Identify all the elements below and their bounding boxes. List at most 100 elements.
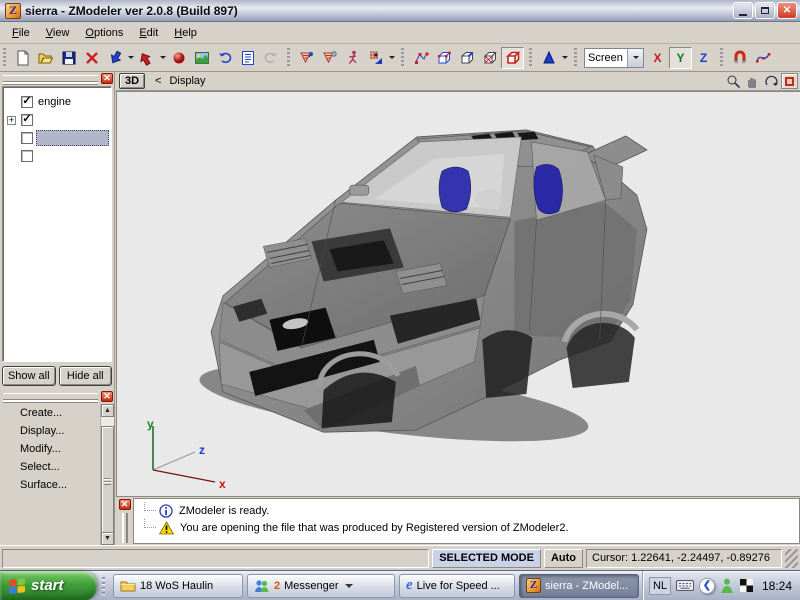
- show-all-button[interactable]: Show all: [2, 366, 56, 386]
- messenger-status-icon[interactable]: [720, 578, 734, 593]
- tree-row[interactable]: + ✓: [3, 111, 111, 129]
- cone-tool-button[interactable]: [537, 47, 560, 69]
- task-wos-haulin[interactable]: 18 WoS Haulin: [113, 573, 243, 598]
- plane-select[interactable]: Screen: [584, 47, 644, 68]
- panel-drag-handle[interactable]: [3, 393, 98, 400]
- vertices-mode-button[interactable]: [409, 47, 432, 69]
- material-editor-button[interactable]: [167, 47, 190, 69]
- pan-tool-button[interactable]: [743, 73, 762, 90]
- hide-tray-icons-button[interactable]: ❮: [698, 577, 715, 594]
- scroll-up-button[interactable]: ▲: [101, 404, 114, 417]
- cube-edges-mode-button[interactable]: [455, 47, 478, 69]
- cube-vertices-mode-button[interactable]: [432, 47, 455, 69]
- task-live-for-speed[interactable]: e Live for Speed ...: [399, 573, 515, 598]
- tree-item-label[interactable]: engine: [38, 96, 71, 108]
- selection-highlight[interactable]: [36, 130, 109, 146]
- texture-browser-button[interactable]: [190, 47, 213, 69]
- toolbar-grip[interactable]: [573, 47, 578, 68]
- tree-row[interactable]: ✓ engine: [3, 93, 111, 111]
- light-tool-dropdown[interactable]: [387, 47, 396, 69]
- checkbox-unchecked[interactable]: [21, 132, 33, 144]
- nav-back-arrow[interactable]: <: [155, 75, 161, 87]
- view-mode-button[interactable]: 3D: [119, 73, 145, 89]
- cube-objects-mode-button[interactable]: [501, 46, 524, 69]
- orbit-tool-button[interactable]: [762, 73, 781, 90]
- open-file-button[interactable]: [34, 47, 57, 69]
- status-auto-button[interactable]: Auto: [543, 548, 583, 568]
- tool-item-modify[interactable]: Modify...: [2, 440, 112, 458]
- export-button[interactable]: [135, 47, 158, 69]
- viewport-canvas[interactable]: y z x: [116, 91, 800, 497]
- maximize-view-button[interactable]: [781, 73, 798, 89]
- cube-polygons-mode-button[interactable]: [478, 47, 501, 69]
- delete-button[interactable]: [80, 47, 103, 69]
- tools-scrollbar[interactable]: ▲ ▼: [100, 404, 114, 545]
- tree-row-selected[interactable]: [3, 129, 111, 147]
- checkbox-checked[interactable]: ✓: [21, 96, 33, 108]
- message-panel-drag-handle[interactable]: [121, 513, 128, 543]
- tools-panel-close-button[interactable]: ✕: [101, 391, 113, 402]
- menu-edit[interactable]: Edit: [131, 24, 166, 42]
- menu-options[interactable]: Options: [77, 24, 131, 42]
- save-file-button[interactable]: [57, 47, 80, 69]
- scroll-down-button[interactable]: ▼: [101, 532, 114, 545]
- menu-file[interactable]: File: [4, 24, 38, 42]
- log-button[interactable]: [236, 47, 259, 69]
- tool-item-surface[interactable]: Surface...: [2, 476, 112, 494]
- scene-tree[interactable]: ✓ engine + ✓: [2, 86, 112, 362]
- title-bar[interactable]: Z sierra - ZModeler ver 2.0.8 (Build 897…: [0, 0, 800, 22]
- tool-item-select[interactable]: Select...: [2, 458, 112, 476]
- axis-x-button[interactable]: X: [646, 47, 669, 69]
- quicklaunch-grip[interactable]: [99, 574, 109, 597]
- import-button[interactable]: [103, 47, 126, 69]
- select-pin-active-button[interactable]: [295, 47, 318, 69]
- restore-button[interactable]: [755, 2, 775, 19]
- scene-panel-close-button[interactable]: ✕: [101, 73, 113, 84]
- toolbar-grip[interactable]: [528, 47, 533, 68]
- menu-view[interactable]: View: [38, 24, 78, 42]
- axis-y-button[interactable]: Y: [669, 46, 692, 69]
- clock[interactable]: 18:24: [762, 579, 792, 593]
- message-panel-close-button[interactable]: ✕: [118, 499, 131, 510]
- animate-runner-button[interactable]: [341, 47, 364, 69]
- taskbar: start 18 WoS Haulin 2 Messenger e Live f…: [0, 570, 800, 600]
- tool-item-display[interactable]: Display...: [2, 422, 112, 440]
- redo-button[interactable]: [259, 47, 282, 69]
- toolbar-grip[interactable]: [400, 47, 405, 68]
- export-dropdown[interactable]: [158, 47, 167, 69]
- toolbar-grip[interactable]: [2, 47, 7, 68]
- select-pin-button[interactable]: [318, 47, 341, 69]
- minimize-button[interactable]: [733, 2, 753, 19]
- toolbar-grip[interactable]: [719, 47, 724, 68]
- checkbox-unchecked[interactable]: [21, 150, 33, 162]
- resize-grip[interactable]: [785, 548, 798, 568]
- language-indicator[interactable]: NL: [648, 576, 671, 595]
- expand-plus-icon[interactable]: +: [7, 115, 16, 125]
- plane-select-dropdown[interactable]: [627, 48, 643, 67]
- menu-help[interactable]: Help: [166, 24, 205, 42]
- start-button[interactable]: start: [0, 570, 97, 600]
- task-group-dropdown-icon[interactable]: [344, 583, 353, 592]
- checker-app-icon[interactable]: [739, 578, 754, 593]
- keyboard-icon[interactable]: [675, 579, 694, 592]
- scroll-thumb[interactable]: [101, 426, 114, 536]
- light-tool-button[interactable]: [364, 47, 387, 69]
- undo-button[interactable]: [213, 47, 236, 69]
- hide-all-button[interactable]: Hide all: [58, 366, 112, 386]
- tool-item-create[interactable]: Create...: [2, 404, 112, 422]
- viewport-location-label[interactable]: Display: [169, 75, 205, 87]
- spline-tool-button[interactable]: [751, 47, 774, 69]
- cone-tool-dropdown[interactable]: [560, 47, 569, 69]
- new-file-button[interactable]: [11, 47, 34, 69]
- checkbox-checked[interactable]: ✓: [21, 114, 33, 126]
- toolbar-grip[interactable]: [286, 47, 291, 68]
- snap-magnet-button[interactable]: [728, 47, 751, 69]
- task-zmodeler-active[interactable]: Z sierra - ZModel...: [519, 573, 639, 598]
- tree-row[interactable]: [3, 147, 111, 165]
- axis-z-button[interactable]: Z: [692, 47, 715, 69]
- import-dropdown[interactable]: [126, 47, 135, 69]
- close-button[interactable]: ✕: [777, 2, 797, 19]
- zoom-tool-button[interactable]: [724, 73, 743, 90]
- task-messenger-group[interactable]: 2 Messenger: [247, 573, 395, 598]
- panel-drag-handle[interactable]: [3, 75, 98, 82]
